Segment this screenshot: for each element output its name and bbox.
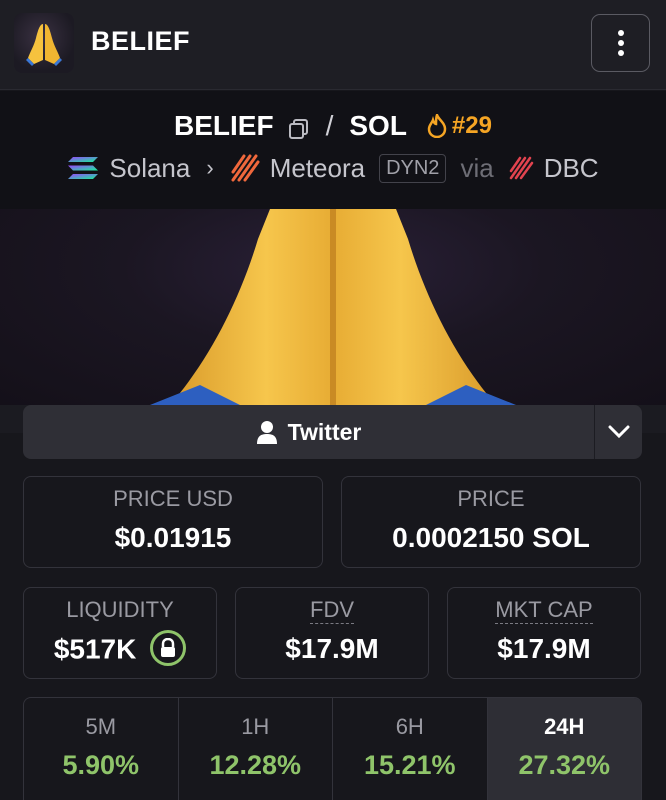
- meteora-icon: [231, 154, 260, 182]
- fdv-label[interactable]: FDV: [310, 597, 354, 624]
- mktcap-box: MKT CAP $17.9M: [447, 587, 641, 679]
- folded-hands-icon: [26, 24, 62, 66]
- twitter-label: Twitter: [287, 418, 362, 445]
- via-label: via: [460, 152, 494, 183]
- tab-label: 6H: [395, 714, 424, 739]
- twitter-button[interactable]: Twitter: [23, 405, 594, 459]
- rank-badge[interactable]: #29: [427, 112, 492, 140]
- user-icon: [256, 421, 277, 444]
- app-title: BELIEF: [91, 26, 191, 56]
- quote-token: SOL: [349, 110, 407, 141]
- folded-hands-banner: [150, 209, 516, 405]
- fdv-value: $17.9M: [285, 633, 379, 664]
- chevron-right-icon: ›: [206, 155, 214, 180]
- token-banner: [0, 209, 666, 405]
- dot: [617, 30, 624, 36]
- tab-change-value: 27.32%: [518, 750, 611, 780]
- tab-label: 1H: [241, 714, 270, 739]
- tab-6h[interactable]: 6H 15.21%: [333, 698, 488, 800]
- tab-label: 5M: [85, 714, 117, 739]
- price-label: PRICE: [457, 486, 525, 511]
- fdv-box: FDV $17.9M: [235, 587, 429, 679]
- mktcap-label[interactable]: MKT CAP: [495, 597, 593, 624]
- via-source[interactable]: DBC: [544, 153, 599, 184]
- liquidity-label: LIQUIDITY: [66, 597, 174, 622]
- dex-name[interactable]: Meteora: [270, 153, 365, 184]
- social-links: Twitter: [23, 405, 642, 459]
- price-usd-label: PRICE USD: [113, 486, 233, 511]
- timeframe-tabs: 5M 5.90% 1H 12.28% 6H 15.21% 24H 27.32%: [23, 697, 642, 800]
- pair-title: BELIEF / SOL #29: [0, 109, 666, 143]
- liquidity-box: LIQUIDITY $517K: [23, 587, 217, 679]
- base-token: BELIEF: [174, 110, 274, 141]
- tab-change-value: 15.21%: [363, 750, 456, 780]
- top-bar: BELIEF: [0, 0, 666, 90]
- chevron-down-icon: [608, 425, 629, 439]
- tab-change-value: 5.90%: [62, 750, 140, 780]
- tab-5m[interactable]: 5M 5.90%: [24, 698, 179, 800]
- chain-breadcrumb: Solana › Meteora DYN2 via DBC: [0, 151, 666, 185]
- token-avatar[interactable]: [14, 13, 74, 73]
- flame-icon: [427, 114, 447, 138]
- tab-1h[interactable]: 1H 12.28%: [179, 698, 333, 800]
- liquidity-lock-badge[interactable]: [150, 630, 187, 666]
- pair-separator: /: [325, 110, 334, 141]
- dot: [617, 40, 624, 46]
- price-usd-value: $0.01915: [114, 522, 232, 553]
- liquidity-value: $517K: [53, 633, 137, 665]
- price-usd-box: PRICE USD $0.01915: [23, 476, 323, 568]
- liquidity-value-row: $517K: [24, 630, 216, 669]
- pair-header: BELIEF / SOL #29 Solana › Meteora DYN2 v…: [0, 91, 666, 209]
- lock-icon: [161, 638, 176, 657]
- tab-24h[interactable]: 24H 27.32%: [487, 698, 641, 800]
- chain-name[interactable]: Solana: [109, 153, 190, 184]
- dbc-icon: [509, 156, 533, 180]
- tab-label: 24H: [544, 714, 585, 739]
- dot: [617, 50, 624, 56]
- tab-change-value: 12.28%: [209, 750, 302, 780]
- menu-button[interactable]: [591, 14, 650, 72]
- price-native-box: PRICE 0.0002150 SOL: [341, 476, 641, 568]
- solana-icon: [68, 157, 99, 179]
- pool-type-badge: DYN2: [379, 153, 447, 183]
- price-native-value: 0.0002150 SOL: [392, 522, 590, 553]
- copy-icon[interactable]: [288, 115, 310, 139]
- social-dropdown-button[interactable]: [594, 405, 642, 459]
- mktcap-value: $17.9M: [497, 633, 591, 664]
- rank-value: #29: [451, 112, 492, 139]
